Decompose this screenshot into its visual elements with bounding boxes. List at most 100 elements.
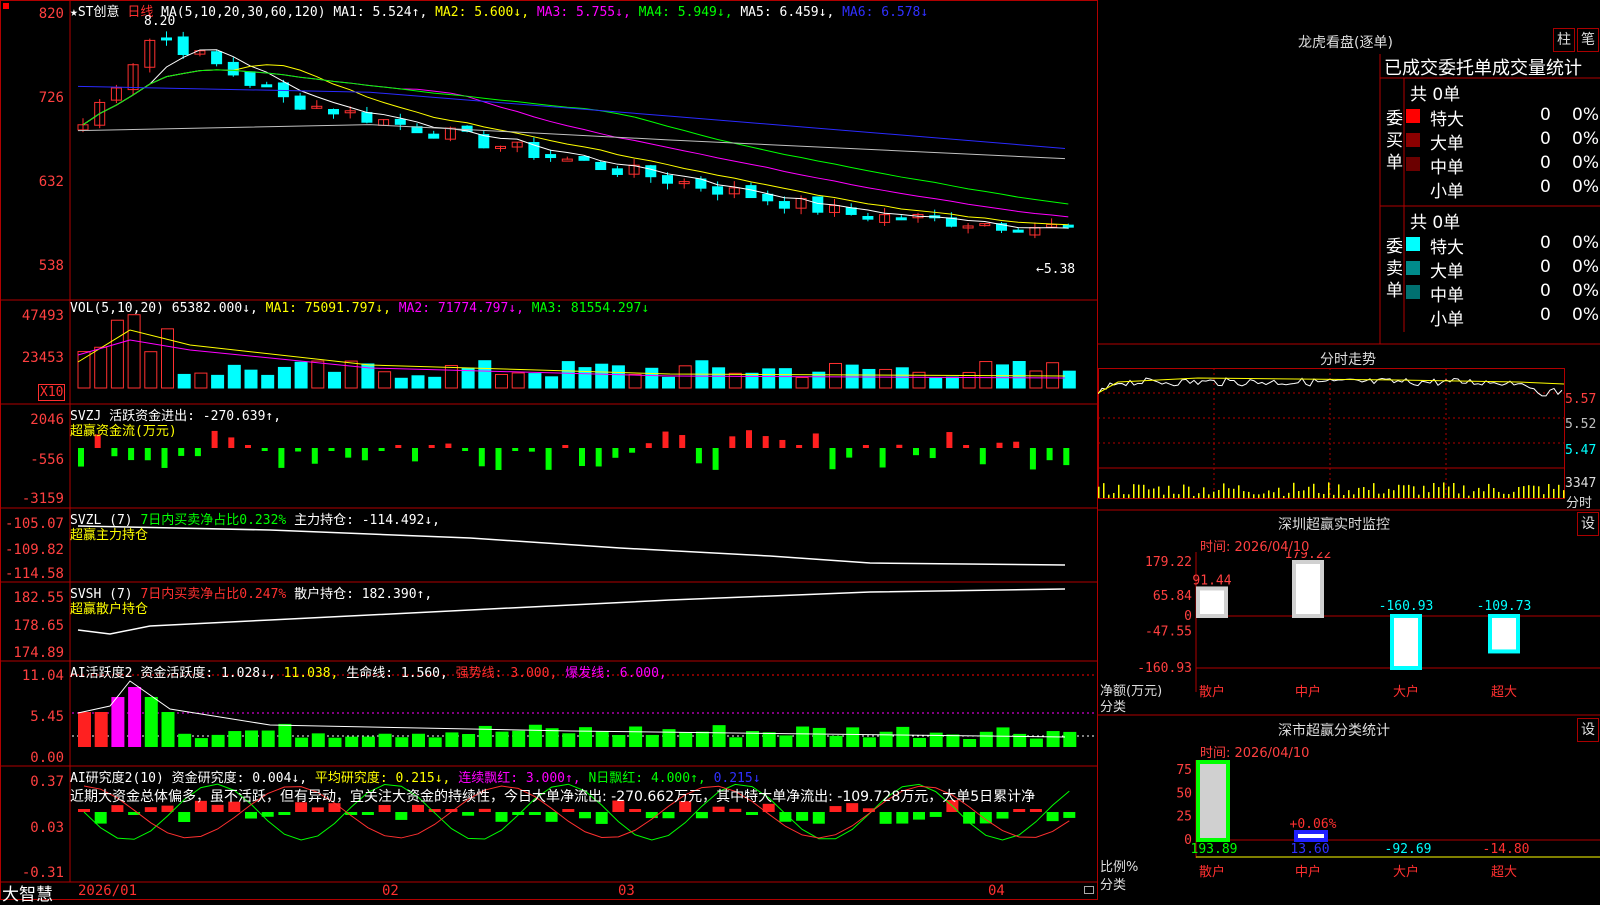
flow-bar — [746, 430, 752, 448]
row-pct: 0% — [1572, 105, 1599, 125]
classify-category-label: 大户 — [1393, 864, 1419, 880]
research-bar — [378, 805, 391, 812]
ai-activity-axis-label: 11.04 — [21, 668, 64, 684]
intraday-vol-bar — [1123, 494, 1125, 498]
ma-line — [82, 69, 1069, 218]
research-bar — [645, 812, 658, 819]
svzl-hold: 主力持仓: -114.492↓, — [294, 513, 440, 528]
bar-mode-button[interactable]: 柱 — [1553, 28, 1575, 52]
monitor-xlabel: 分类 — [1100, 700, 1127, 715]
intraday-vol-bar — [1403, 485, 1405, 498]
candle-body — [177, 36, 189, 55]
activity-bar — [796, 726, 810, 747]
sell-row-s: 小单 0 0% — [1380, 304, 1600, 330]
high-price-marker: 8.20 — [144, 14, 176, 29]
monitor-tick-label: 0 — [1184, 609, 1192, 624]
intraday-vol-bar — [1283, 495, 1285, 498]
intraday-vol-bar — [1503, 493, 1505, 498]
volume-bar — [110, 319, 124, 389]
activity-bar — [779, 735, 793, 747]
flow-bar — [629, 448, 636, 453]
flow-bar — [278, 448, 285, 468]
activity-bar — [161, 712, 175, 747]
monitor-category-label: 散户 — [1199, 684, 1225, 700]
volume-bar — [728, 372, 742, 389]
intraday-chart[interactable] — [1098, 368, 1600, 510]
flow-bar — [662, 431, 669, 448]
row-count: 0 — [1540, 129, 1551, 149]
activity-bar — [395, 737, 409, 747]
intraday-vol-bar — [1318, 492, 1320, 498]
ma6-value: MA6: 6.578↓ — [842, 5, 929, 20]
color-swatch — [1406, 261, 1420, 275]
main-holding-line — [77, 525, 1066, 566]
research-bar — [111, 805, 124, 812]
flow-bar — [862, 445, 869, 448]
intraday-vol-bar — [1538, 486, 1540, 498]
intraday-vol-bar — [1248, 491, 1250, 498]
classify-settings-button[interactable]: 设 — [1577, 718, 1599, 742]
monitor-bar-chart[interactable]: 179.22 65.84 0-47.55 -160.93 91.44 散户 179.22 中户… — [1098, 552, 1600, 715]
ai-activity-v2: 11.038, — [283, 666, 339, 681]
flow-bar — [846, 448, 853, 458]
ai-research-axis-label: 0.03 — [30, 820, 64, 836]
research-bar — [144, 807, 157, 812]
flow-bar — [562, 445, 569, 448]
ma-line — [82, 49, 1069, 229]
lock-icon[interactable] — [1084, 886, 1094, 894]
classify-bar — [1196, 760, 1230, 842]
row-label: 大单 — [1430, 262, 1464, 282]
research-bar — [746, 812, 758, 815]
intraday-vol-bar — [1508, 494, 1510, 498]
volume-bar — [712, 367, 726, 389]
candle-body — [261, 84, 273, 88]
intraday-vol-bar — [1183, 484, 1185, 498]
app-logo[interactable]: 大智慧 — [2, 880, 53, 905]
intraday-vol-bar — [1118, 484, 1120, 498]
intraday-vol-bar — [1413, 486, 1415, 498]
volume-bar — [979, 361, 993, 389]
classify-title: 深市超赢分类统计 — [1278, 723, 1390, 739]
volume-bar — [545, 376, 559, 389]
volume-bar — [211, 374, 225, 389]
svzl-axis-label: -114.58 — [4, 566, 64, 582]
research-bar — [712, 806, 725, 812]
flow-bar — [245, 445, 251, 448]
tick-mode-button[interactable]: 笔 — [1577, 28, 1599, 52]
research-bar — [1029, 809, 1042, 812]
row-label: 特大 — [1430, 110, 1464, 130]
candlestick-chart[interactable] — [70, 0, 1098, 300]
activity-bar — [445, 732, 459, 747]
flow-bar — [879, 448, 886, 468]
flow-bar — [679, 435, 686, 448]
research-bar — [1046, 812, 1059, 822]
intraday-vol-bar — [1133, 484, 1135, 498]
candle-body — [211, 51, 223, 65]
activity-bar — [278, 723, 292, 747]
activity-bar — [245, 730, 258, 747]
monitor-bar — [1196, 586, 1228, 619]
intraday-vol-bar — [1548, 484, 1550, 498]
volume-bar — [495, 373, 508, 389]
intraday-vol-bar — [1378, 493, 1380, 498]
volume-bar — [411, 375, 425, 389]
color-swatch — [1406, 237, 1420, 251]
intraday-vol-bar — [1373, 483, 1375, 498]
stock-name[interactable]: ★ST创意 — [70, 5, 119, 20]
flow-bar — [311, 448, 318, 464]
classify-bar-chart[interactable]: 7550250+0.06%193.89 13.60 -92.69 -14.80散户 中户… — [1098, 760, 1600, 900]
intraday-vol-bar — [1458, 493, 1460, 498]
intraday-axis-label: 5.52 — [1565, 417, 1597, 432]
ma5-value: MA5: 6.459↓, — [740, 5, 835, 20]
ai-research-header: AI研究度2(10) 资金研究度: 0.004↓, 平均研究度: 0.215↓,… — [70, 767, 761, 786]
flow-bar — [78, 448, 84, 467]
intraday-axis-label: 5.47 — [1565, 443, 1597, 458]
candle-body — [361, 112, 373, 123]
intraday-vol-bar — [1543, 494, 1545, 498]
row-pct: 0% — [1572, 129, 1599, 149]
flow-bar — [545, 448, 552, 470]
candle-body — [762, 193, 774, 202]
activity-bar — [695, 731, 709, 747]
monitor-settings-button[interactable]: 设 — [1577, 512, 1599, 536]
intraday-vol-bar — [1428, 492, 1430, 498]
